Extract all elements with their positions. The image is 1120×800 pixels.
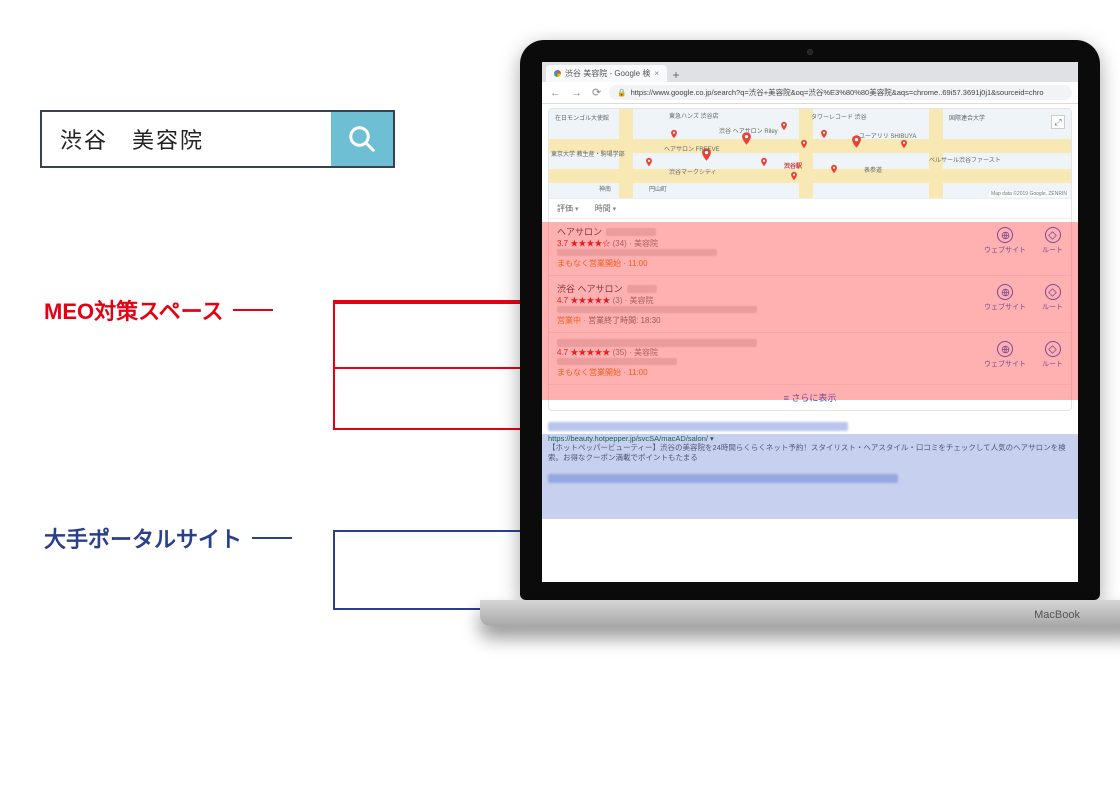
illustrative-searchbar: 渋谷 美容院	[40, 110, 395, 168]
organic-result[interactable]: https://beauty.hotpepper.jp/svcSA/macAD/…	[548, 421, 1072, 463]
address-bar-url: https://www.google.co.jp/search?q=渋谷+美容院…	[631, 87, 1044, 98]
local-pack-panel: ⤢	[548, 108, 1072, 411]
browser-tabstrip: 渋谷 美容院 - Google 検 × +	[542, 62, 1078, 82]
illustrative-search-button	[331, 112, 393, 166]
new-tab-button[interactable]: +	[667, 68, 685, 82]
nav-reload-icon[interactable]: ⟳	[590, 86, 603, 99]
google-favicon-icon	[554, 70, 561, 77]
map-attribution: Map data ©2019 Google, ZENRIN	[989, 191, 1069, 197]
local-pack-map[interactable]: ⤢	[549, 109, 1071, 199]
local-result[interactable]: 渋谷 ヘアサロン 4.7 ★★★★★ (3) · 美容院 営業中 · 営業終了時…	[549, 276, 1071, 333]
action-directions[interactable]: ルート	[1042, 341, 1063, 369]
organic-url: https://beauty.hotpepper.jp/svcSA/macAD/…	[548, 434, 1072, 443]
filter-hours[interactable]: 時間	[595, 204, 616, 213]
organic-title[interactable]	[548, 421, 1072, 432]
laptop-base	[480, 600, 1120, 626]
directions-icon	[1045, 227, 1061, 243]
annotation-meo: MEO対策スペース	[44, 294, 273, 326]
nav-forward-icon[interactable]: →	[569, 87, 584, 99]
address-bar[interactable]: 🔒 https://www.google.co.jp/search?q=渋谷+美…	[609, 85, 1072, 100]
globe-icon	[997, 227, 1013, 243]
local-result[interactable]: 4.7 ★★★★★ (35) · 美容院 まもなく営業開始 · 11:00 ウェ…	[549, 333, 1071, 384]
local-result[interactable]: ヘアサロン 3.7 ★★★★☆ (34) · 美容院 まもなく営業開始 · 11…	[549, 219, 1071, 276]
organic-result[interactable]	[548, 473, 1072, 484]
organic-snippet: 【ホットペッパービューティー】渋谷の美容院を24時間らくらくネット予約！スタイリ…	[548, 443, 1072, 463]
nav-back-icon[interactable]: ←	[548, 87, 563, 99]
laptop-screen: 渋谷 美容院 - Google 検 × + ← → ⟳ 🔒 https://ww…	[542, 62, 1078, 582]
more-places-link[interactable]: さらに表示	[549, 384, 1071, 410]
browser-toolbar: ← → ⟳ 🔒 https://www.google.co.jp/search?…	[542, 82, 1078, 104]
action-website[interactable]: ウェブサイト	[984, 341, 1026, 369]
action-directions[interactable]: ルート	[1042, 227, 1063, 255]
lock-icon: 🔒	[617, 88, 626, 97]
annotation-portal: 大手ポータルサイト	[44, 522, 292, 554]
filter-rating[interactable]: 評価	[557, 204, 578, 213]
browser-tab-active[interactable]: 渋谷 美容院 - Google 検 ×	[546, 65, 667, 82]
tab-close-icon[interactable]: ×	[654, 69, 659, 78]
action-website[interactable]: ウェブサイト	[984, 284, 1026, 312]
laptop-mockup: 渋谷 美容院 - Google 検 × + ← → ⟳ 🔒 https://ww…	[520, 40, 1100, 660]
local-pack-list: ヘアサロン 3.7 ★★★★☆ (34) · 美容院 まもなく営業開始 · 11…	[549, 219, 1071, 384]
local-pack-filters: 評価 時間	[549, 199, 1071, 219]
action-directions[interactable]: ルート	[1042, 284, 1063, 312]
laptop-brand-label: MacBook	[1034, 609, 1080, 621]
laptop-camera	[807, 49, 813, 55]
action-website[interactable]: ウェブサイト	[984, 227, 1026, 255]
browser-tab-title: 渋谷 美容院 - Google 検	[565, 68, 650, 79]
map-expand-icon[interactable]: ⤢	[1051, 115, 1065, 129]
illustrative-search-query: 渋谷 美容院	[42, 112, 331, 166]
search-icon	[347, 124, 377, 154]
